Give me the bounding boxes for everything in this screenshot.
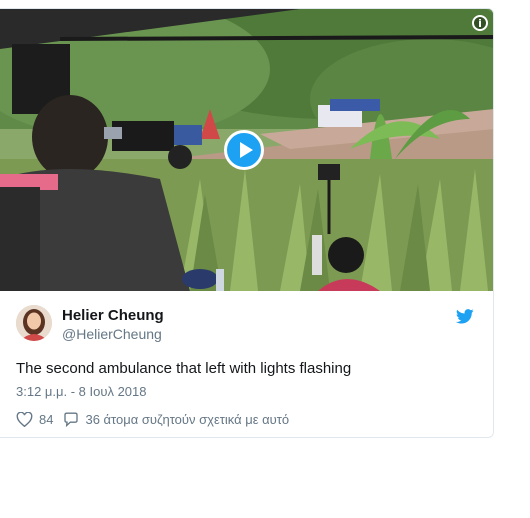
info-icon[interactable]: i (472, 15, 488, 31)
embedded-tweet-card[interactable]: i Helier Cheung @HelierCheung The second… (0, 8, 494, 438)
video-thumbnail[interactable]: i (0, 9, 493, 291)
like-action[interactable]: 84 (16, 411, 54, 427)
heart-icon (16, 411, 33, 427)
author-display-name[interactable]: Helier Cheung (62, 307, 164, 324)
play-button[interactable] (224, 130, 264, 170)
tweet-text: The second ambulance that left with ligh… (16, 360, 352, 377)
avatar[interactable] (16, 305, 52, 341)
twitter-bird-icon[interactable] (456, 309, 474, 324)
reply-action[interactable]: 36 άτομα συζητούν σχετικά με αυτό (63, 412, 289, 427)
tweet-actions: 84 36 άτομα συζητούν σχετικά με αυτό (16, 410, 299, 428)
conversation-count-text: 36 άτομα συζητούν σχετικά με αυτό (85, 411, 290, 427)
author-handle[interactable]: @HelierCheung (62, 326, 164, 342)
tweet-timestamp[interactable]: 3:12 μ.μ. - 8 Ιουλ 2018 (16, 384, 147, 399)
play-icon (239, 142, 253, 158)
speech-bubble-icon (64, 412, 79, 427)
like-count: 84 (39, 411, 54, 427)
